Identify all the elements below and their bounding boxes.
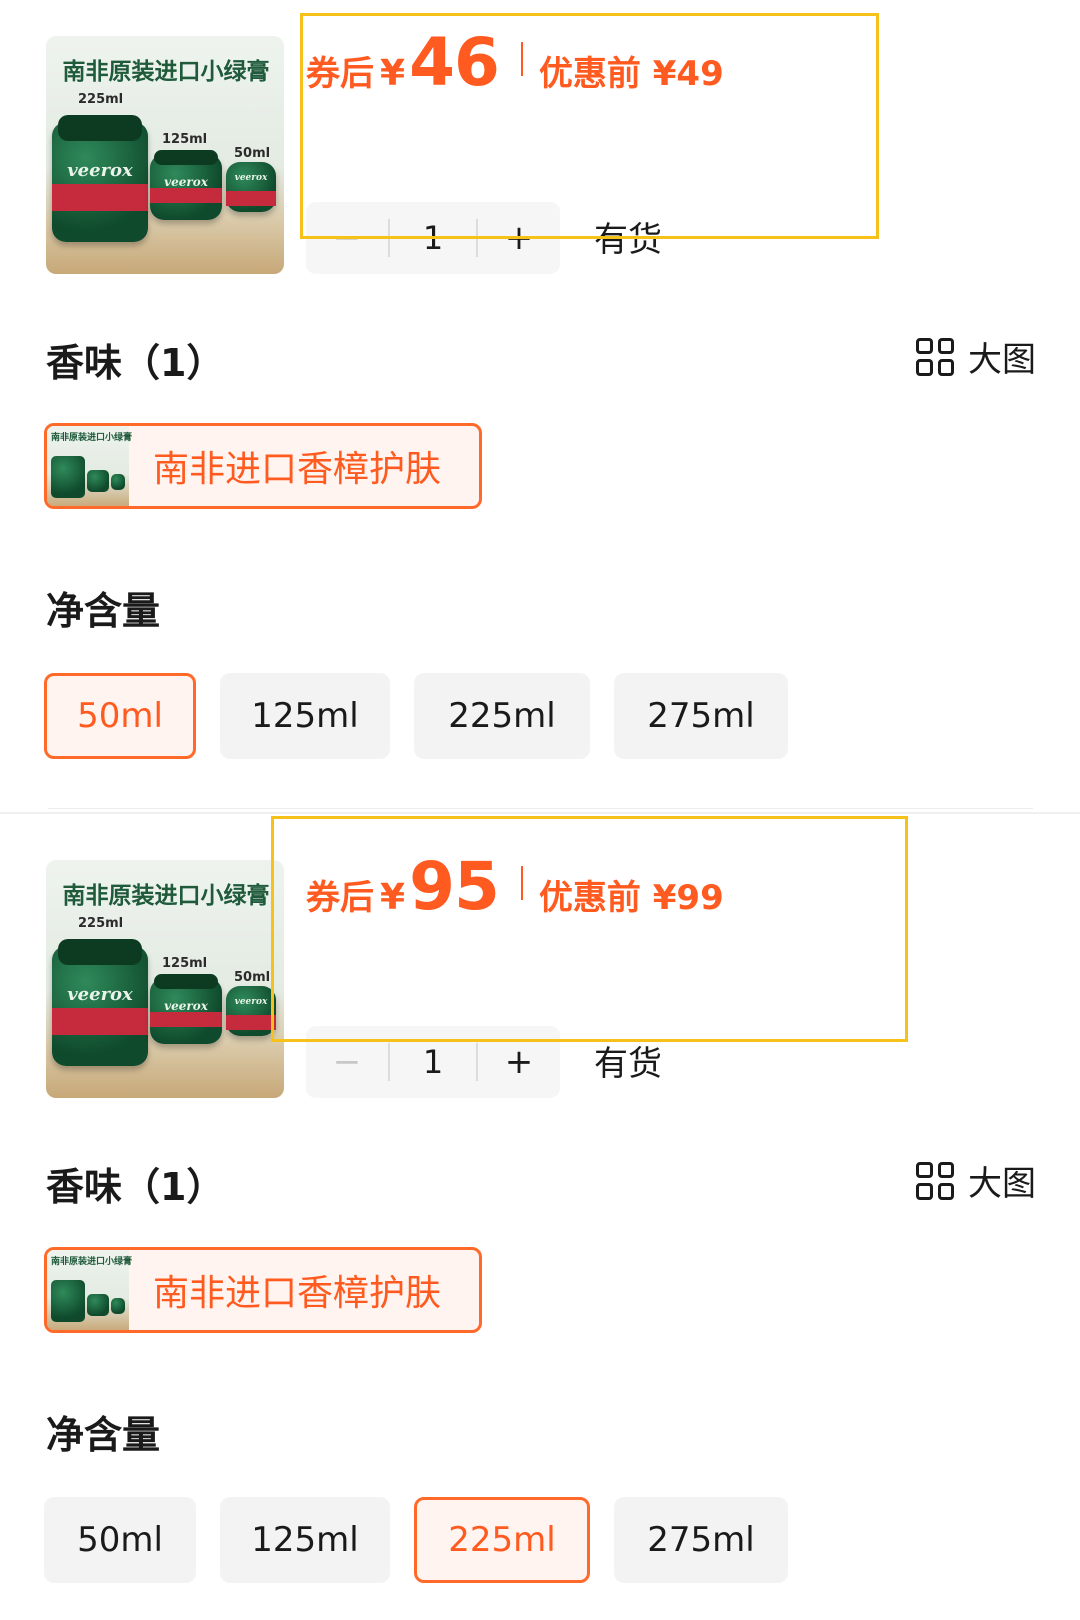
original-price: 优惠前 ¥49 [538,54,724,94]
size-option-50ml[interactable]: 50ml [44,673,196,759]
flavor-option-label: 南非进口香樟护肤 [153,449,442,490]
panel-separator [0,812,1080,814]
decrease-quantity-button[interactable]: − [306,202,388,274]
jar-brand: veerox [234,997,268,1007]
thumbnail-size-label: 125ml [162,132,208,147]
size-option-125ml[interactable]: 125ml [220,673,390,759]
size-options: 50ml 125ml 225ml 275ml [44,673,788,759]
net-content-section-title: 净含量 [46,589,161,633]
quantity-value[interactable]: 1 [390,219,476,257]
size-option-125ml[interactable]: 125ml [220,1497,390,1583]
stock-status: 有货 [594,220,662,260]
quantity-value[interactable]: 1 [390,1043,476,1081]
stock-status: 有货 [594,1044,662,1084]
big-picture-toggle[interactable]: 大图 [916,332,1036,381]
coupon-price-label: 券后 [306,878,374,918]
price-row: 券后 ¥ 95 优惠前 ¥99 [306,848,724,925]
flavor-option[interactable]: 南非原装进口小绿膏 南非进口香樟护肤 [44,423,482,509]
product-jar-image: veerox [150,974,222,1044]
product-jar-image: veerox [52,938,148,1066]
grid-icon [916,337,954,376]
currency-symbol: ¥ [380,877,406,918]
size-option-225ml[interactable]: 225ml [414,673,590,759]
flavor-section-title: 香味（1） [46,341,225,385]
quantity-stepper[interactable]: − 1 + [306,1026,560,1098]
product-jar-image: veerox [52,114,148,242]
thumbnail-title: 南非原装进口小绿膏 [62,883,270,909]
jar-brand: veerox [67,984,133,1006]
product-thumbnail[interactable]: 南非原装进口小绿膏 225ml 125ml 50ml veerox veerox… [46,860,284,1098]
net-content-section-title: 净含量 [46,1413,161,1457]
flavor-thumbnail: 南非原装进口小绿膏 [47,426,133,506]
thumbnail-size-label: 225ml [78,92,124,107]
size-option-275ml[interactable]: 275ml [614,673,788,759]
flavor-thumbnail-title: 南非原装进口小绿膏 [51,433,133,443]
flavor-thumbnail: 南非原装进口小绿膏 [47,1250,133,1330]
product-thumbnail[interactable]: 南非原装进口小绿膏 225ml 125ml 50ml veerox veerox… [46,36,284,274]
thumbnail-title: 南非原装进口小绿膏 [62,59,270,85]
product-jar-image: veerox [150,150,222,220]
size-option-50ml[interactable]: 50ml [44,1497,196,1583]
coupon-price-label: 券后 [306,54,374,94]
price-divider [520,866,523,900]
product-jar-image: veerox [226,162,276,212]
section-divider [48,808,1033,809]
jar-brand: veerox [67,160,133,182]
price-row: 券后 ¥ 46 优惠前 ¥49 [306,24,724,101]
sku-panel-1: 南非原装进口小绿膏 225ml 125ml 50ml veerox veerox… [0,0,1080,810]
sku-panel-2: 南非原装进口小绿膏 225ml 125ml 50ml veerox veerox… [0,816,1080,1620]
product-jar-image: veerox [226,986,276,1036]
price-divider [520,42,523,76]
thumbnail-size-label: 50ml [234,146,271,161]
size-options: 50ml 125ml 225ml 275ml [44,1497,788,1583]
jar-brand: veerox [164,175,208,190]
thumbnail-size-label: 50ml [234,970,271,985]
currency-symbol: ¥ [380,53,406,94]
flavor-option[interactable]: 南非原装进口小绿膏 南非进口香樟护肤 [44,1247,482,1333]
big-picture-label: 大图 [968,1164,1036,1204]
original-price: 优惠前 ¥99 [538,878,724,918]
decrease-quantity-button[interactable]: − [306,1026,388,1098]
jar-brand: veerox [164,999,208,1014]
quantity-stepper[interactable]: − 1 + [306,202,560,274]
increase-quantity-button[interactable]: + [478,1026,560,1098]
jar-brand: veerox [234,173,268,183]
coupon-price-value: 46 [409,24,500,101]
size-option-225ml[interactable]: 225ml [414,1497,590,1583]
thumbnail-size-label: 225ml [78,916,124,931]
increase-quantity-button[interactable]: + [478,202,560,274]
big-picture-label: 大图 [968,340,1036,380]
flavor-section-title: 香味（1） [46,1165,225,1209]
grid-icon [916,1161,954,1200]
flavor-thumbnail-title: 南非原装进口小绿膏 [51,1257,133,1267]
coupon-price-value: 95 [409,848,500,925]
size-option-275ml[interactable]: 275ml [614,1497,788,1583]
big-picture-toggle[interactable]: 大图 [916,1156,1036,1205]
thumbnail-size-label: 125ml [162,956,208,971]
flavor-option-label: 南非进口香樟护肤 [153,1273,442,1314]
